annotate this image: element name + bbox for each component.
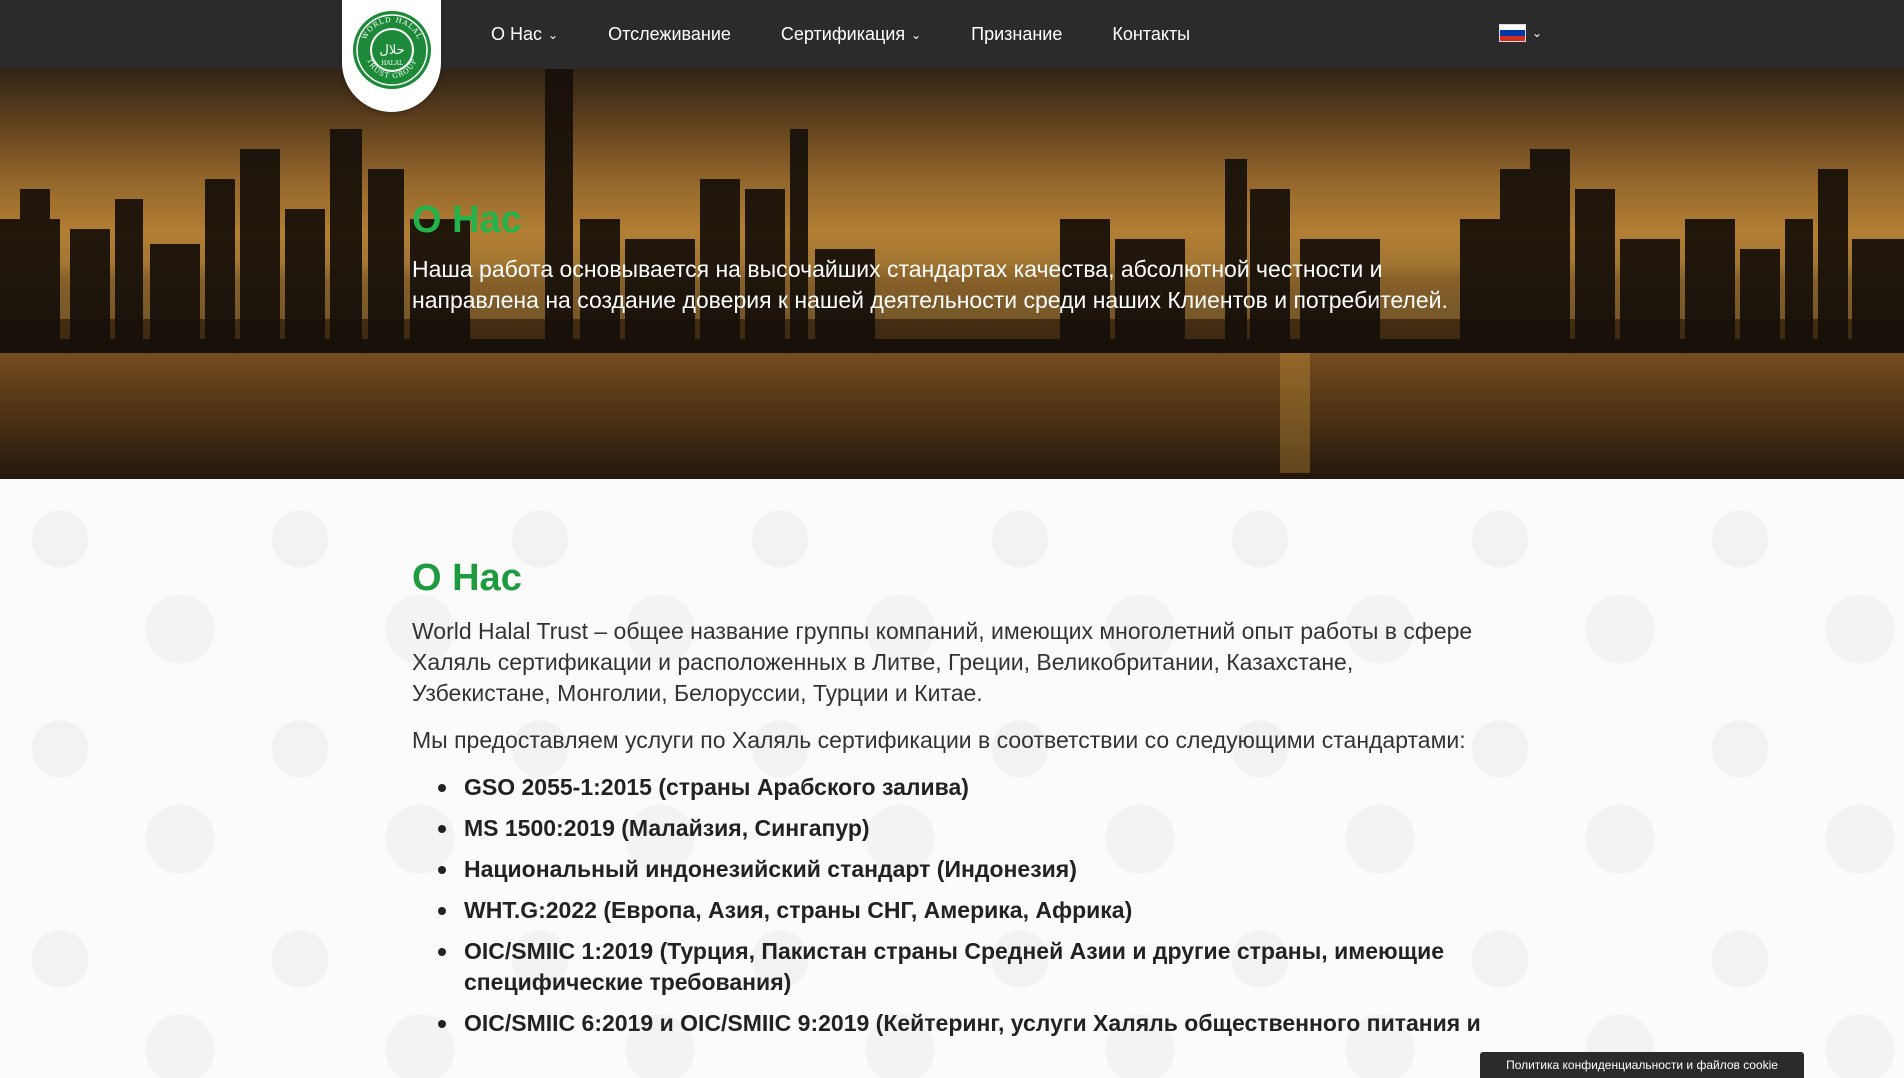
list-item: Национальный индонезийский стандарт (Инд… bbox=[430, 854, 1492, 885]
nav-item-tracking[interactable]: Отслеживание bbox=[608, 24, 731, 45]
hero-description: Наша работа основывается на высочайших с… bbox=[412, 256, 1448, 313]
nav-item-certification[interactable]: Сертификация ⌄ bbox=[781, 24, 921, 45]
nav-item-label: О Нас bbox=[491, 24, 543, 44]
nav-item-recognition[interactable]: Признание bbox=[971, 24, 1062, 45]
list-item: WHT.G:2022 (Европа, Азия, страны СНГ, Ам… bbox=[430, 895, 1492, 926]
main-nav: О Нас ⌄ Отслеживание Сертификация ⌄ Приз… bbox=[491, 0, 1190, 69]
standards-list: GSO 2055-1:2015 (страны Арабского залива… bbox=[430, 772, 1492, 1039]
list-item: MS 1500:2019 (Малайзия, Сингапур) bbox=[430, 813, 1492, 844]
list-item: OIC/SMIIC 6:2019 и OIC/SMIIC 9:2019 (Кей… bbox=[430, 1008, 1492, 1039]
about-paragraph-1: World Halal Trust – общее название групп… bbox=[412, 618, 1473, 706]
section-title: О Нас bbox=[412, 557, 522, 599]
logo-arabic-text: حلال bbox=[379, 43, 404, 58]
nav-item-label: Отслеживание bbox=[608, 24, 731, 44]
list-item: OIC/SMIIC 1:2019 (Турция, Пакистан стран… bbox=[430, 936, 1492, 998]
halal-logo-icon: WORLD HALAL TRUST GROUP حلال HALAL bbox=[352, 11, 431, 89]
nav-item-label: Сертификация bbox=[780, 24, 906, 44]
nav-item-label: Контакты bbox=[1112, 24, 1191, 44]
logo-latin-text: HALAL bbox=[381, 60, 403, 67]
cookie-policy-button[interactable]: Политика конфиденциальности и файлов coo… bbox=[1480, 1052, 1804, 1078]
logo[interactable]: WORLD HALAL TRUST GROUP حلال HALAL bbox=[342, 0, 441, 112]
about-paragraph-2: Мы предоставляем услуги по Халяль сертиф… bbox=[412, 727, 1466, 753]
hero-content: О Нас Наша работа основывается на высоча… bbox=[412, 199, 1492, 316]
chevron-down-icon: ⌄ bbox=[911, 27, 922, 42]
about-content: О Нас World Halal Trust – общее название… bbox=[412, 557, 1492, 1049]
chevron-down-icon: ⌄ bbox=[1532, 26, 1543, 40]
list-item: GSO 2055-1:2015 (страны Арабского залива… bbox=[430, 772, 1492, 803]
hero-banner: О Нас Наша работа основывается на высоча… bbox=[0, 69, 1904, 479]
russia-flag-icon bbox=[1499, 24, 1526, 42]
nav-item-label: Признание bbox=[971, 24, 1063, 44]
chevron-down-icon: ⌄ bbox=[548, 27, 559, 42]
hero-title: О Нас bbox=[412, 199, 522, 241]
about-section: О Нас World Halal Trust – общее название… bbox=[0, 479, 1904, 1078]
nav-item-about[interactable]: О Нас ⌄ bbox=[491, 24, 558, 45]
nav-item-contacts[interactable]: Контакты bbox=[1112, 24, 1190, 45]
language-switcher[interactable]: ⌄ bbox=[1499, 24, 1542, 42]
